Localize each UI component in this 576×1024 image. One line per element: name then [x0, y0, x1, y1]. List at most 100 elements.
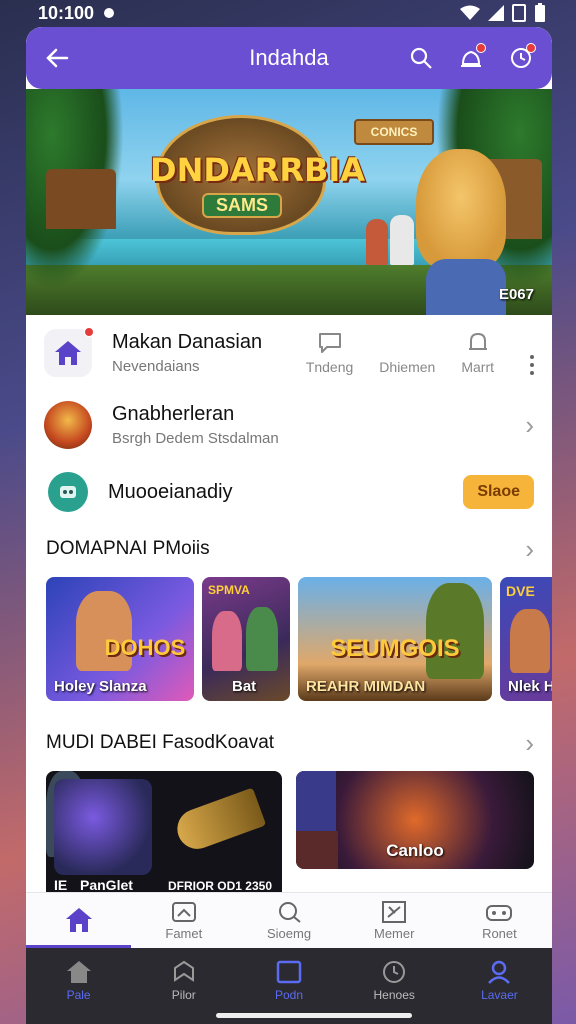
card-character	[246, 607, 278, 671]
notification-badge	[476, 43, 486, 53]
settings-badge	[526, 43, 536, 53]
card-big-title: SEUMGOIS	[330, 635, 460, 662]
promo-card[interactable]: IE PanGlet DFRIOR OD1 2350	[46, 771, 282, 901]
game-row-subtitle: Bsrgh Dedem Stsdalman	[112, 430, 279, 447]
home-indicator[interactable]	[216, 1013, 412, 1018]
status-time: 10:100	[38, 2, 95, 23]
calendar-icon	[382, 901, 407, 923]
tab-bar: Famet Sioemg Memer Ronet	[26, 892, 552, 948]
square-icon	[276, 960, 302, 984]
home-icon	[55, 341, 81, 365]
app-header: Indahda	[26, 27, 552, 89]
hero-sign: CONICS	[354, 119, 434, 145]
profile-row[interactable]: Makan Danasian Nevendaians Tndeng Dhieme…	[26, 315, 552, 391]
promo-left-label: IE	[54, 877, 68, 893]
share-row: Muooeianadiy Slaoe	[26, 459, 552, 525]
action-dhiemen-label: Dhiemen	[379, 359, 436, 375]
search-button[interactable]	[406, 43, 436, 73]
user-icon	[488, 960, 511, 984]
tab-famet-label: Famet	[165, 926, 203, 941]
card-top-title: SPMVA	[208, 583, 250, 597]
settings-button[interactable]	[506, 43, 536, 73]
tab-memer[interactable]: Memer	[342, 893, 447, 948]
nav-pale-label: Pale	[66, 988, 91, 1002]
card-character	[426, 583, 484, 679]
card-caption: REAHR MIMDAN	[306, 678, 426, 695]
promo-row: IE PanGlet DFRIOR OD1 2350 Canloo	[26, 771, 552, 901]
notification-button[interactable]	[456, 43, 486, 73]
card-top-title: DVE	[506, 583, 535, 599]
profile-subtitle: Nevendaians	[112, 358, 200, 375]
tab-sioemg-label: Sioemg	[266, 926, 312, 941]
action-chat[interactable]: Tndeng	[306, 331, 353, 375]
search-icon	[410, 47, 432, 69]
game-row[interactable]: Gnabherleran Bsrgh Dedem Stsdalman ›	[26, 391, 552, 459]
nav-lavaer-label: Lavaer	[481, 988, 518, 1002]
character-creature	[416, 149, 506, 269]
action-dhiemen[interactable]: Dhiemen	[379, 359, 435, 375]
promo-art-portal	[54, 779, 152, 875]
hero-corner-label: E067	[498, 286, 534, 303]
promo-title: Canloo	[386, 841, 444, 860]
tab-ronet-label: Ronet	[482, 926, 517, 941]
signal-icon	[488, 5, 504, 21]
games-carousel: DOHOS Holey Slanza SPMVA Bat SEUMGOIS RE…	[26, 577, 552, 703]
character-kid-2	[390, 215, 414, 265]
game-logo-title: DNDARRBIA	[150, 151, 366, 189]
tab-ronet[interactable]: Ronet	[447, 893, 552, 948]
robot-icon	[48, 472, 88, 512]
share-row-title: Muooeianadiy	[108, 480, 233, 503]
character-kid-1	[366, 219, 388, 265]
section-header-1[interactable]: DOMAPNAI PMoiis ›	[26, 525, 552, 573]
section-title-2: MUDI DABEI FasodKoavat	[46, 732, 275, 753]
status-dot-icon	[104, 8, 115, 18]
gift-icon	[171, 902, 196, 922]
action-marrt-label: Marrt	[461, 359, 494, 375]
home-icon	[66, 961, 91, 983]
game-card[interactable]: DVE Nlek H	[500, 577, 552, 701]
main-panel: Indahda DNDARRBIA SAMS CONICS E067 Makan…	[26, 27, 552, 947]
card-caption: Holey Slanza	[54, 678, 147, 695]
tab-memer-label: Memer	[373, 926, 415, 941]
nav-pilor-label: Pilor	[171, 988, 196, 1002]
card-caption: Nlek H	[508, 678, 552, 695]
back-button[interactable]	[42, 43, 72, 73]
nav-lavaer[interactable]: Lavaer	[447, 960, 552, 1024]
promo-title: PanGlet	[80, 877, 133, 893]
section-header-2[interactable]: MUDI DABEI FasodKoavat ›	[26, 719, 552, 767]
gamepad-icon	[486, 905, 513, 921]
share-button[interactable]: Slaoe	[463, 475, 534, 509]
arrow-left-icon	[46, 48, 69, 68]
promo-art-horn	[171, 787, 267, 855]
bell-icon	[468, 332, 487, 350]
promo-right-label: DFRIOR OD1 2350	[167, 879, 272, 893]
section-title-1: DOMAPNAI PMoiis	[46, 538, 210, 559]
hero-banner[interactable]: DNDARRBIA SAMS CONICS E067	[26, 89, 552, 315]
game-card[interactable]: DOHOS Holey Slanza	[46, 577, 194, 701]
search-icon	[279, 902, 301, 923]
more-menu-button[interactable]	[530, 355, 534, 375]
promo-card[interactable]: Canloo	[296, 771, 534, 869]
nav-podn-label: Podn	[274, 988, 304, 1002]
game-card[interactable]: SPMVA Bat	[202, 577, 290, 701]
tab-sioemg[interactable]: Sioemg	[236, 893, 341, 948]
action-chat-label: Tndeng	[305, 359, 354, 375]
card-character	[212, 611, 242, 671]
tab-famet[interactable]: Famet	[131, 893, 236, 948]
game-logo-subtitle: SAMS	[202, 193, 282, 218]
action-marrt[interactable]: Marrt	[461, 331, 494, 375]
bottom-nav: Pale Pilor Podn Henoes Lavaer	[26, 948, 552, 1024]
game-card[interactable]: SEUMGOIS REAHR MIMDAN	[298, 577, 492, 701]
profile-title: Makan Danasian	[112, 331, 263, 353]
chevron-right-icon[interactable]: ›	[525, 728, 534, 759]
card-caption: Bat	[232, 678, 257, 695]
promo-character	[296, 771, 336, 831]
nav-pale[interactable]: Pale	[26, 960, 131, 1024]
app-tile[interactable]	[44, 327, 94, 377]
game-avatar	[44, 401, 92, 449]
chat-icon	[318, 333, 341, 353]
chevron-right-icon[interactable]: ›	[525, 534, 534, 565]
chevron-right-icon[interactable]: ›	[525, 410, 534, 441]
tab-home[interactable]	[26, 893, 132, 948]
wifi-icon	[460, 5, 480, 20]
